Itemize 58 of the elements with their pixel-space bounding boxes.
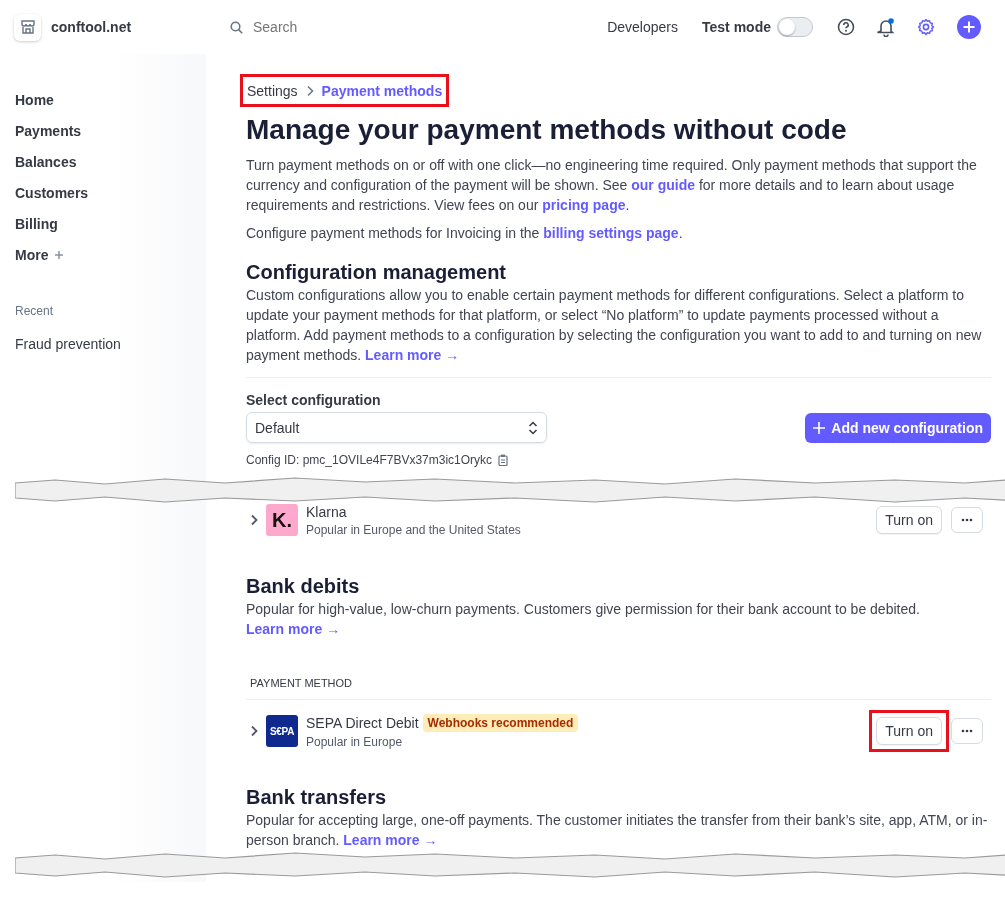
configuration-select[interactable]: Default — [246, 412, 547, 443]
section-title: Bank transfers — [246, 785, 388, 810]
turn-on-button[interactable]: Turn on — [876, 506, 942, 534]
link[interactable]: Learn more → — [246, 621, 341, 637]
ellipsis-icon[interactable] — [961, 729, 973, 733]
test-mode-toggle[interactable] — [777, 17, 813, 37]
bell-icon[interactable] — [877, 17, 895, 37]
paragraph: Custom configurations allow you to enable certain payment methods for different configurations. Select a platform to update your payment methods for that platform, or select “No platform” to update payments processed without a platform. Add payment methods to a configuration by selecting the configuration you want to add to and turning on new payment methods. Learn more → — [246, 286, 983, 365]
breadcrumb-link[interactable]: Payment methods — [321, 83, 443, 99]
section-title: Bank debits — [246, 574, 361, 599]
chevron-updown-icon — [528, 420, 538, 435]
paragraph: Turn payment methods on or off with one click—no engineering time required. Only payment methods that support the currency and configuration of the payment will be shown. See our guide for more details and to learn about usage requirements and restrictions. View fees on our pricing page. — [246, 156, 978, 215]
settings-icon[interactable] — [917, 18, 935, 36]
paragraph: Popular for accepting large, one-off payments. The customer initiates the transfer from their bank’s site, app, ATM, or in-person branch. Learn more → — [246, 811, 989, 850]
sidebar-item[interactable]: Balances — [15, 146, 206, 177]
recent-heading: Recent — [15, 304, 55, 320]
payment-method-name: SEPA Direct Debit — [306, 714, 419, 731]
sidebar-item[interactable]: Payments — [15, 115, 206, 146]
search-icon — [230, 20, 243, 34]
chevron-right-icon — [305, 85, 314, 97]
payment-method-description: Popular in Europe — [306, 734, 404, 749]
payment-logo: K. — [266, 504, 298, 536]
add-configuration-button[interactable]: Add new configuration — [805, 412, 991, 443]
link[interactable]: Learn more → — [343, 832, 438, 848]
column-header: PAYMENT METHOD — [249, 677, 354, 689]
turn-on-button[interactable]: Turn on — [876, 717, 942, 745]
sidebar-item[interactable]: Home — [15, 84, 206, 115]
plus-icon — [813, 421, 826, 434]
select-label: Select configuration — [246, 392, 382, 408]
breadcrumb-link[interactable]: Settings — [247, 83, 298, 99]
store-icon — [19, 19, 36, 35]
ellipsis-icon[interactable] — [961, 518, 973, 522]
config-id: Config ID: pmc_1OVILe4F7BVx37m3ic1Orykc — [246, 453, 493, 467]
chevron-right-icon[interactable] — [250, 725, 258, 737]
sidebar-item[interactable]: Billing — [15, 208, 206, 239]
payment-method-description: Popular in Europe and the United States — [306, 522, 522, 537]
chevron-right-icon[interactable] — [250, 514, 258, 526]
section-title: Configuration management — [246, 260, 507, 285]
search-field[interactable]: Search — [251, 18, 451, 36]
developers-link[interactable]: Developers — [607, 19, 678, 35]
sidebar-item[interactable]: More — [15, 246, 49, 263]
paragraph: Configure payment methods for Invoicing in the billing settings page. — [246, 224, 684, 243]
sidebar-item[interactable]: Fraud prevention — [15, 324, 206, 364]
payment-method-name: Klarna — [306, 503, 347, 520]
clipboard-icon[interactable] — [498, 454, 509, 466]
link[interactable]: our guide — [631, 177, 695, 193]
payment-logo: S€PA — [266, 715, 298, 747]
plus-icon[interactable] — [957, 15, 981, 39]
link[interactable]: Learn more → — [365, 347, 460, 363]
page-title: Manage your payment methods without code — [246, 113, 848, 147]
plus-icon[interactable] — [54, 249, 65, 260]
paragraph: Popular for high-value, low-churn payments. Customers give permission for their bank account to be debited. Learn more → — [246, 600, 921, 639]
sidebar-item[interactable]: Customers — [15, 177, 206, 208]
test-mode-label: Test mode — [702, 19, 771, 35]
link[interactable]: billing settings page — [543, 225, 679, 241]
webhooks-badge: Webhooks recommended — [422, 713, 579, 732]
account-name[interactable]: conftool.net — [51, 19, 132, 35]
help-icon[interactable] — [837, 18, 855, 36]
